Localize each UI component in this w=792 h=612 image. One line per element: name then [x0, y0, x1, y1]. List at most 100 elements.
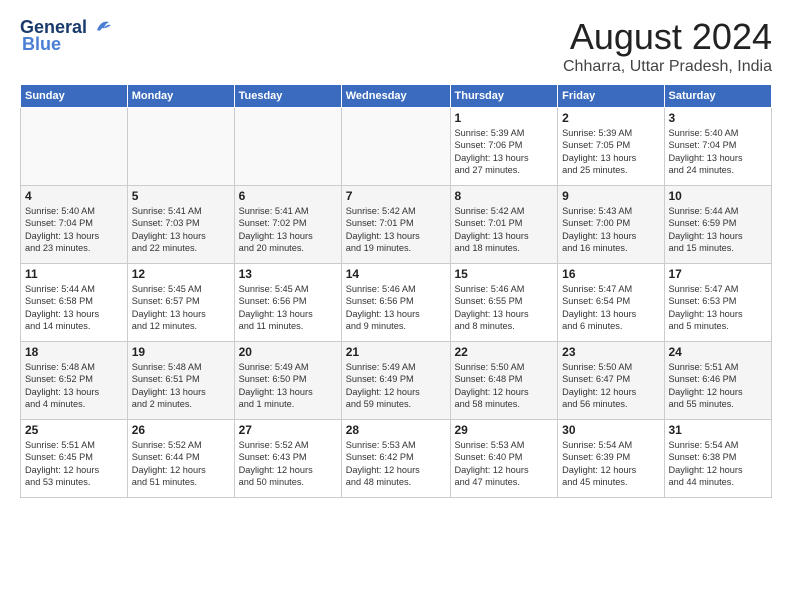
day-number: 6: [239, 189, 337, 203]
calendar-day-header: Saturday: [664, 85, 772, 108]
calendar-cell: [341, 108, 450, 186]
calendar-cell: 11Sunrise: 5:44 AM Sunset: 6:58 PM Dayli…: [21, 264, 128, 342]
calendar-cell: 14 Sunrise: 5:46 AM Sunset: 6:56 PM Dayli…: [341, 264, 450, 342]
day-number: 21: [346, 345, 446, 359]
day-number: 11: [25, 267, 123, 281]
page: General Blue August 2024 Chharra, Uttar …: [0, 0, 792, 508]
calendar-cell: 13 Sunrise: 5:45 AM Sunset: 6:56 PM Dayli…: [234, 264, 341, 342]
calendar-cell: [127, 108, 234, 186]
day-number: 20: [239, 345, 337, 359]
day-info: Sunrise: 5:46 AM Sunset: 6:55 PM Dayligh…: [455, 283, 554, 333]
day-number: 31: [669, 423, 768, 437]
day-info: Sunrise: 5:45 AM Sunset: 6:57 PM Dayligh…: [132, 283, 230, 333]
day-info: Sunrise: 5:52 AM Sunset: 6:44 PM Dayligh…: [132, 439, 230, 489]
calendar-cell: 19Sunrise: 5:48 AM Sunset: 6:51 PM Dayli…: [127, 342, 234, 420]
page-title: August 2024: [563, 16, 772, 58]
day-number: 17: [669, 267, 768, 281]
day-info: Sunrise: 5:53 AM Sunset: 6:40 PM Dayligh…: [455, 439, 554, 489]
calendar-cell: 31 Sunrise: 5:54 AM Sunset: 6:38 PM Dayli…: [664, 420, 772, 498]
calendar-cell: 23Sunrise: 5:50 AM Sunset: 6:47 PM Dayli…: [558, 342, 664, 420]
day-number: 1: [455, 111, 554, 125]
calendar-table: SundayMondayTuesdayWednesdayThursdayFrid…: [20, 84, 772, 498]
calendar-cell: 3 Sunrise: 5:40 AM Sunset: 7:04 PM Daylig…: [664, 108, 772, 186]
calendar-cell: 12Sunrise: 5:45 AM Sunset: 6:57 PM Dayli…: [127, 264, 234, 342]
day-info: Sunrise: 5:40 AM Sunset: 7:04 PM Dayligh…: [25, 205, 123, 255]
day-number: 26: [132, 423, 230, 437]
day-number: 16: [562, 267, 659, 281]
day-number: 22: [455, 345, 554, 359]
day-number: 10: [669, 189, 768, 203]
day-info: Sunrise: 5:54 AM Sunset: 6:39 PM Dayligh…: [562, 439, 659, 489]
day-number: 27: [239, 423, 337, 437]
page-subtitle: Chharra, Uttar Pradesh, India: [563, 58, 772, 76]
calendar-cell: 29 Sunrise: 5:53 AM Sunset: 6:40 PM Dayli…: [450, 420, 558, 498]
calendar-cell: 24 Sunrise: 5:51 AM Sunset: 6:46 PM Dayli…: [664, 342, 772, 420]
header: General Blue August 2024 Chharra, Uttar …: [20, 16, 772, 76]
calendar-cell: 26 Sunrise: 5:52 AM Sunset: 6:44 PM Dayli…: [127, 420, 234, 498]
calendar-cell: 8 Sunrise: 5:42 AM Sunset: 7:01 PM Daylig…: [450, 186, 558, 264]
day-info: Sunrise: 5:45 AM Sunset: 6:56 PM Dayligh…: [239, 283, 337, 333]
calendar-cell: 20 Sunrise: 5:49 AM Sunset: 6:50 PM Dayli…: [234, 342, 341, 420]
calendar-cell: 18 Sunrise: 5:48 AM Sunset: 6:52 PM Dayli…: [21, 342, 128, 420]
calendar-week-row: 11Sunrise: 5:44 AM Sunset: 6:58 PM Dayli…: [21, 264, 772, 342]
day-info: Sunrise: 5:46 AM Sunset: 6:56 PM Dayligh…: [346, 283, 446, 333]
title-section: August 2024 Chharra, Uttar Pradesh, Indi…: [563, 16, 772, 76]
day-info: Sunrise: 5:51 AM Sunset: 6:46 PM Dayligh…: [669, 361, 768, 411]
calendar-day-header: Thursday: [450, 85, 558, 108]
day-info: Sunrise: 5:43 AM Sunset: 7:00 PM Dayligh…: [562, 205, 659, 255]
day-number: 19: [132, 345, 230, 359]
logo-blue: Blue: [22, 34, 61, 55]
day-info: Sunrise: 5:52 AM Sunset: 6:43 PM Dayligh…: [239, 439, 337, 489]
day-info: Sunrise: 5:47 AM Sunset: 6:53 PM Dayligh…: [669, 283, 768, 333]
day-number: 9: [562, 189, 659, 203]
calendar-cell: 22Sunrise: 5:50 AM Sunset: 6:48 PM Dayli…: [450, 342, 558, 420]
day-number: 2: [562, 111, 659, 125]
calendar-cell: 17 Sunrise: 5:47 AM Sunset: 6:53 PM Dayli…: [664, 264, 772, 342]
calendar-cell: [21, 108, 128, 186]
day-number: 29: [455, 423, 554, 437]
day-info: Sunrise: 5:39 AM Sunset: 7:06 PM Dayligh…: [455, 127, 554, 177]
day-number: 14: [346, 267, 446, 281]
calendar-header-row: SundayMondayTuesdayWednesdayThursdayFrid…: [21, 85, 772, 108]
day-info: Sunrise: 5:42 AM Sunset: 7:01 PM Dayligh…: [346, 205, 446, 255]
calendar-week-row: 25Sunrise: 5:51 AM Sunset: 6:45 PM Dayli…: [21, 420, 772, 498]
day-number: 8: [455, 189, 554, 203]
day-number: 24: [669, 345, 768, 359]
calendar-cell: 6 Sunrise: 5:41 AM Sunset: 7:02 PM Daylig…: [234, 186, 341, 264]
day-info: Sunrise: 5:39 AM Sunset: 7:05 PM Dayligh…: [562, 127, 659, 177]
calendar-cell: [234, 108, 341, 186]
day-info: Sunrise: 5:41 AM Sunset: 7:02 PM Dayligh…: [239, 205, 337, 255]
day-info: Sunrise: 5:53 AM Sunset: 6:42 PM Dayligh…: [346, 439, 446, 489]
calendar-day-header: Monday: [127, 85, 234, 108]
day-number: 7: [346, 189, 446, 203]
day-number: 3: [669, 111, 768, 125]
day-number: 4: [25, 189, 123, 203]
calendar-cell: 16Sunrise: 5:47 AM Sunset: 6:54 PM Dayli…: [558, 264, 664, 342]
day-info: Sunrise: 5:54 AM Sunset: 6:38 PM Dayligh…: [669, 439, 768, 489]
day-info: Sunrise: 5:40 AM Sunset: 7:04 PM Dayligh…: [669, 127, 768, 177]
day-info: Sunrise: 5:44 AM Sunset: 6:59 PM Dayligh…: [669, 205, 768, 255]
calendar-cell: 27 Sunrise: 5:52 AM Sunset: 6:43 PM Dayli…: [234, 420, 341, 498]
day-number: 13: [239, 267, 337, 281]
day-number: 18: [25, 345, 123, 359]
day-number: 5: [132, 189, 230, 203]
calendar-cell: 2 Sunrise: 5:39 AM Sunset: 7:05 PM Daylig…: [558, 108, 664, 186]
calendar-cell: 25Sunrise: 5:51 AM Sunset: 6:45 PM Dayli…: [21, 420, 128, 498]
day-info: Sunrise: 5:49 AM Sunset: 6:50 PM Dayligh…: [239, 361, 337, 411]
day-info: Sunrise: 5:51 AM Sunset: 6:45 PM Dayligh…: [25, 439, 123, 489]
calendar-cell: 10 Sunrise: 5:44 AM Sunset: 6:59 PM Dayli…: [664, 186, 772, 264]
logo-bird-icon: [89, 16, 111, 38]
calendar-day-header: Sunday: [21, 85, 128, 108]
calendar-cell: 5Sunrise: 5:41 AM Sunset: 7:03 PM Daylig…: [127, 186, 234, 264]
calendar-day-header: Wednesday: [341, 85, 450, 108]
calendar-week-row: 4 Sunrise: 5:40 AM Sunset: 7:04 PM Daylig…: [21, 186, 772, 264]
day-info: Sunrise: 5:42 AM Sunset: 7:01 PM Dayligh…: [455, 205, 554, 255]
day-info: Sunrise: 5:48 AM Sunset: 6:52 PM Dayligh…: [25, 361, 123, 411]
calendar-day-header: Tuesday: [234, 85, 341, 108]
calendar-day-header: Friday: [558, 85, 664, 108]
calendar-cell: 4 Sunrise: 5:40 AM Sunset: 7:04 PM Daylig…: [21, 186, 128, 264]
calendar-cell: 21Sunrise: 5:49 AM Sunset: 6:49 PM Dayli…: [341, 342, 450, 420]
calendar-cell: 15Sunrise: 5:46 AM Sunset: 6:55 PM Dayli…: [450, 264, 558, 342]
calendar-cell: 9 Sunrise: 5:43 AM Sunset: 7:00 PM Daylig…: [558, 186, 664, 264]
calendar-cell: 1 Sunrise: 5:39 AM Sunset: 7:06 PM Daylig…: [450, 108, 558, 186]
